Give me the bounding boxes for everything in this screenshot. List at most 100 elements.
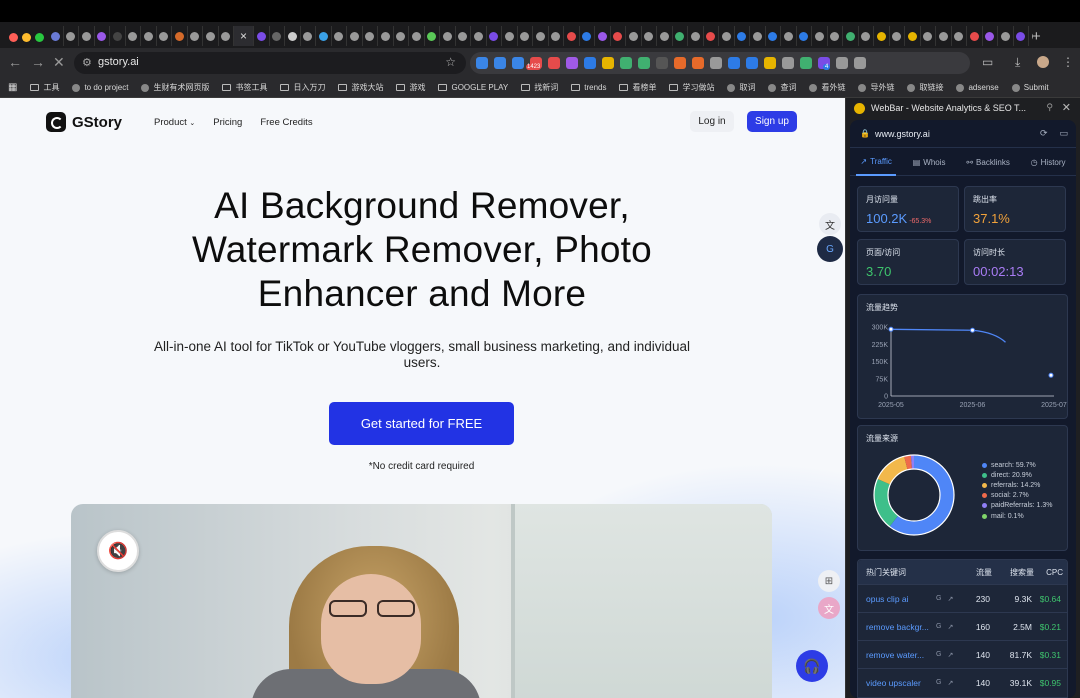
browser-tab[interactable]	[688, 26, 704, 46]
browser-tab[interactable]	[409, 26, 425, 46]
extension-icon[interactable]	[854, 57, 866, 69]
google-icon[interactable]: G	[936, 595, 941, 603]
browser-tab[interactable]	[642, 26, 657, 46]
apps-grid-icon[interactable]: ▦	[8, 82, 17, 93]
qr-float-button[interactable]: ⊞	[818, 570, 840, 592]
browser-tab[interactable]	[316, 26, 332, 46]
browser-tab[interactable]	[549, 26, 564, 46]
stop-loading-button[interactable]: ✕	[53, 54, 65, 71]
tab-history[interactable]: ◷ History	[1027, 150, 1070, 176]
browser-tab[interactable]	[456, 26, 471, 46]
signup-button[interactable]: Sign up	[747, 111, 797, 132]
extension-icon[interactable]	[746, 57, 758, 69]
gstory-float-button[interactable]: G	[817, 236, 843, 262]
extension-icon[interactable]: 4	[818, 57, 831, 70]
bookmark-item[interactable]: 找新词	[521, 82, 558, 93]
extension-icon[interactable]	[602, 57, 614, 69]
sidebar-toggle-icon[interactable]: ▭	[1059, 128, 1068, 139]
nav-free-credits[interactable]: Free Credits	[260, 117, 312, 128]
bookmark-item[interactable]: 游戏大站	[338, 82, 383, 93]
browser-tab[interactable]	[157, 26, 172, 46]
extension-icon[interactable]	[494, 57, 506, 69]
mute-toggle-button[interactable]: 🔇	[97, 530, 139, 572]
translate-float-button[interactable]: 文	[819, 213, 841, 235]
extension-icon[interactable]	[638, 57, 650, 69]
browser-tab[interactable]	[998, 26, 1014, 46]
browser-tab[interactable]	[967, 26, 983, 46]
keyword-link[interactable]: video upscaler	[866, 678, 936, 688]
browser-tab[interactable]	[254, 26, 270, 46]
browser-tab[interactable]	[471, 26, 487, 46]
browser-tab[interactable]	[874, 26, 890, 46]
trend-icon[interactable]: ↗	[947, 623, 953, 631]
active-tab[interactable]: ×	[234, 26, 254, 46]
login-button[interactable]: Log in	[690, 111, 734, 132]
extension-icon[interactable]	[620, 57, 632, 69]
keyword-link[interactable]: opus clip ai	[866, 594, 936, 604]
browser-tab[interactable]	[270, 26, 285, 46]
browser-tab[interactable]	[363, 26, 378, 46]
google-icon[interactable]: G	[936, 679, 941, 687]
tab-backlinks[interactable]: ⚯ Backlinks	[962, 150, 1014, 176]
extension-icon[interactable]	[584, 57, 596, 69]
bookmark-item[interactable]: GOOGLE PLAY	[438, 83, 508, 92]
keyword-link[interactable]: remove water...	[866, 650, 936, 660]
extension-icon[interactable]	[512, 57, 524, 69]
browser-tab[interactable]	[564, 26, 580, 46]
browser-tab[interactable]	[332, 26, 347, 46]
close-window-button[interactable]	[9, 33, 18, 42]
browser-tab[interactable]	[890, 26, 905, 46]
extension-icon[interactable]	[674, 57, 686, 69]
bookmark-item[interactable]: 学习做站	[669, 82, 714, 93]
browser-tab[interactable]	[580, 26, 595, 46]
bookmark-item[interactable]: Submit	[1011, 83, 1049, 92]
browser-tab[interactable]	[735, 26, 750, 46]
bookmark-item[interactable]: 游戏	[396, 82, 425, 93]
keyword-row[interactable]: opus clip ai G ↗ 230 9.3K $0.64	[858, 584, 1067, 612]
browser-tab[interactable]	[378, 26, 394, 46]
browser-tab[interactable]	[110, 26, 126, 46]
browser-tab[interactable]	[983, 26, 998, 46]
download-icon[interactable]: ⤓	[1015, 55, 1020, 70]
browser-tab[interactable]	[219, 26, 234, 46]
browser-tab[interactable]	[626, 26, 642, 46]
browser-tab[interactable]	[141, 26, 157, 46]
browser-tab[interactable]	[64, 26, 79, 46]
browser-tab[interactable]	[285, 26, 301, 46]
browser-tab[interactable]	[704, 26, 719, 46]
bookmark-item[interactable]: 生财有术网页版	[141, 82, 209, 93]
trend-icon[interactable]: ↗	[947, 679, 953, 687]
browser-tab[interactable]	[440, 26, 456, 46]
bookmark-item[interactable]: 查词	[768, 82, 796, 93]
translate-pink-float-button[interactable]: 文	[818, 597, 840, 619]
extension-icon[interactable]: 1423	[526, 57, 542, 70]
browser-tab[interactable]	[1014, 26, 1029, 46]
browser-tab[interactable]	[394, 26, 409, 46]
extension-icon[interactable]	[728, 57, 740, 69]
browser-tab[interactable]	[79, 26, 95, 46]
keyword-link[interactable]: remove backgr...	[866, 622, 936, 632]
bookmark-item[interactable]: 书签工具	[222, 82, 267, 93]
extension-icon[interactable]	[782, 57, 794, 69]
extension-icon[interactable]	[800, 57, 812, 69]
browser-menu-icon[interactable]: ⋮	[1062, 55, 1074, 69]
browser-tab[interactable]	[502, 26, 518, 46]
extension-icon[interactable]	[566, 57, 578, 69]
browser-tab[interactable]	[425, 26, 440, 46]
keyword-row[interactable]: remove backgr... G ↗ 160 2.5M $0.21	[858, 612, 1067, 640]
keyword-row[interactable]: remove water... G ↗ 140 81.7K $0.31	[858, 640, 1067, 668]
extension-icon[interactable]	[656, 57, 668, 69]
profile-avatar[interactable]	[1037, 56, 1049, 68]
forward-button[interactable]: →	[31, 54, 45, 70]
bookmark-item[interactable]: 取链接	[907, 82, 943, 93]
browser-tab[interactable]	[203, 26, 219, 46]
browser-tab[interactable]	[188, 26, 203, 46]
support-chat-button[interactable]: 🎧	[796, 650, 828, 682]
extension-icon[interactable]	[476, 57, 488, 69]
extension-icon[interactable]	[764, 57, 776, 69]
bookmark-item[interactable]: 看外链	[809, 82, 845, 93]
browser-tab[interactable]	[301, 26, 316, 46]
browser-tab[interactable]	[347, 26, 363, 46]
browser-tab[interactable]	[719, 26, 735, 46]
trend-icon[interactable]: ↗	[947, 651, 953, 659]
